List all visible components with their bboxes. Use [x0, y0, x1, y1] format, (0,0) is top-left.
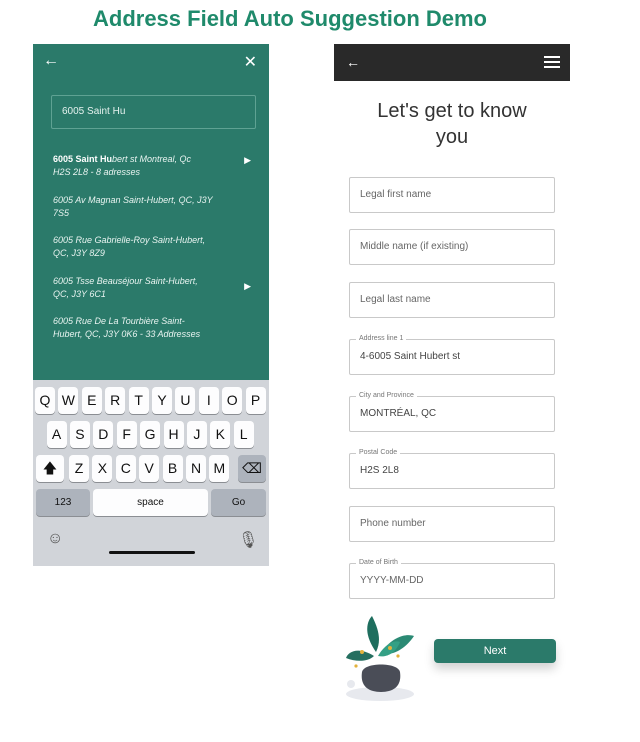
- field-value: MONTRÉAL, QC: [360, 408, 437, 419]
- suggestion-item[interactable]: 6005 Av Magnan Saint-Hubert, QC, J3Y 7S5: [53, 194, 233, 220]
- chevron-right-icon[interactable]: ▶: [244, 281, 251, 292]
- back-arrow-icon[interactable]: ←: [346, 54, 360, 70]
- key-f[interactable]: F: [116, 421, 137, 448]
- page-title: Address Field Auto Suggestion Demo: [93, 6, 487, 31]
- middle-name-field[interactable]: Middle name (if existing): [349, 229, 555, 265]
- form-heading: Let's get to know you: [334, 98, 570, 150]
- suggestion-text: 6005 Tsse Beauséjour Saint-Hubert,: [53, 276, 198, 286]
- next-button[interactable]: Next: [434, 639, 556, 663]
- home-indicator: [109, 551, 195, 554]
- key-l[interactable]: L: [233, 421, 254, 448]
- suggestion-text: bert st Montreal, Qc: [112, 154, 192, 164]
- city-province-field[interactable]: City and Province MONTRÉAL, QC: [349, 391, 555, 432]
- key-o[interactable]: O: [222, 387, 243, 414]
- key-n[interactable]: N: [186, 455, 206, 482]
- suggestion-match: 6005 Saint Hu: [53, 154, 113, 164]
- address-line-field[interactable]: Address line 1 4-6005 Saint Hubert st: [349, 334, 555, 375]
- suggestion-item[interactable]: 6005 Saint Hubert st Montreal, Qc H2S 2L…: [53, 153, 233, 179]
- postal-code-field[interactable]: Postal Code H2S 2L8: [349, 448, 555, 489]
- numbers-key[interactable]: 123: [36, 489, 90, 516]
- field-label: Date of Birth: [356, 558, 401, 568]
- address-search-input[interactable]: 6005 Saint Hu: [51, 95, 256, 129]
- suggestion-item[interactable]: 6005 Tsse Beauséjour Saint-Hubert, QC, J…: [53, 275, 233, 301]
- key-i[interactable]: I: [198, 387, 219, 414]
- key-p[interactable]: P: [245, 387, 266, 414]
- field-label: City and Province: [356, 391, 417, 401]
- key-w[interactable]: W: [58, 387, 79, 414]
- microphone-icon[interactable]: 🎙: [238, 530, 258, 550]
- key-s[interactable]: S: [69, 421, 90, 448]
- key-y[interactable]: Y: [152, 387, 172, 414]
- address-search-screen: ← ✕ 6005 Saint Hu 6005 Saint Hubert st M…: [33, 44, 269, 566]
- key-r[interactable]: R: [105, 387, 126, 414]
- date-of-birth-field[interactable]: Date of Birth YYYY-MM-DD: [349, 558, 555, 599]
- suggestion-detail: QC, J3Y 8Z9: [53, 248, 105, 258]
- suggestion-detail: Hubert, QC, J3Y 0K6 - 33 Addresses: [53, 329, 201, 339]
- field-value: H2S 2L8: [360, 465, 399, 476]
- suggestion-detail: H2S 2L8 - 8 adresses: [53, 167, 141, 177]
- field-label: Address line 1: [356, 334, 407, 344]
- last-name-field[interactable]: Legal last name: [349, 282, 555, 318]
- key-c[interactable]: C: [115, 455, 136, 482]
- plant-illustration: [346, 616, 414, 701]
- suggestion-text: 6005 Rue De La Tourbière Saint-: [53, 316, 185, 326]
- profile-form-screen: ← Let's get to know you Legal first name…: [334, 44, 570, 704]
- key-b[interactable]: B: [162, 455, 183, 482]
- emoji-icon[interactable]: ☺: [47, 530, 63, 548]
- field-label: Postal Code: [356, 448, 401, 458]
- chevron-right-icon[interactable]: ▶: [244, 155, 251, 166]
- suggestion-text: 6005 Rue Gabrielle-Roy Saint-Hubert,: [53, 235, 206, 245]
- key-u[interactable]: U: [175, 387, 196, 414]
- suggestion-detail: 7S5: [53, 208, 70, 218]
- suggestion-item[interactable]: 6005 Rue Gabrielle-Roy Saint-Hubert, QC,…: [53, 234, 233, 260]
- key-g[interactable]: G: [140, 421, 161, 448]
- close-icon[interactable]: ✕: [244, 52, 257, 72]
- first-name-field[interactable]: Legal first name: [349, 177, 555, 213]
- key-q[interactable]: Q: [35, 387, 55, 414]
- backspace-key[interactable]: ⌫: [238, 455, 266, 482]
- key-z[interactable]: Z: [69, 455, 89, 482]
- keyboard: QWERTYUIOP ASDFGHJKL 🡅 ZXCVBNM ⌫ 123 spa…: [33, 380, 269, 566]
- top-bar: [334, 44, 570, 81]
- shift-key[interactable]: 🡅: [36, 455, 64, 482]
- key-v[interactable]: V: [139, 455, 160, 482]
- key-h[interactable]: H: [163, 421, 184, 448]
- back-arrow-icon[interactable]: ←: [43, 52, 59, 70]
- key-e[interactable]: E: [81, 387, 102, 414]
- key-d[interactable]: D: [93, 421, 114, 448]
- field-placeholder: YYYY-MM-DD: [360, 575, 424, 586]
- key-a[interactable]: A: [46, 421, 67, 448]
- hamburger-menu-icon[interactable]: [544, 56, 560, 71]
- suggestion-item[interactable]: 6005 Rue De La Tourbière Saint- Hubert, …: [53, 315, 233, 341]
- suggestion-text: 6005 Av Magnan Saint-Hubert, QC, J3Y: [53, 195, 213, 205]
- heading-line: Let's get to know: [377, 100, 527, 122]
- key-x[interactable]: X: [92, 455, 113, 482]
- field-value: 4-6005 Saint Hubert st: [360, 351, 461, 362]
- key-m[interactable]: M: [209, 455, 230, 482]
- key-t[interactable]: T: [128, 387, 149, 414]
- heading-line: you: [435, 126, 469, 148]
- space-key[interactable]: space: [93, 489, 208, 516]
- key-j[interactable]: J: [186, 421, 207, 448]
- phone-number-field[interactable]: Phone number: [349, 506, 555, 542]
- suggestion-detail: QC, J3Y 6C1: [53, 289, 106, 299]
- key-k[interactable]: K: [210, 421, 231, 448]
- go-key[interactable]: Go: [211, 489, 266, 516]
